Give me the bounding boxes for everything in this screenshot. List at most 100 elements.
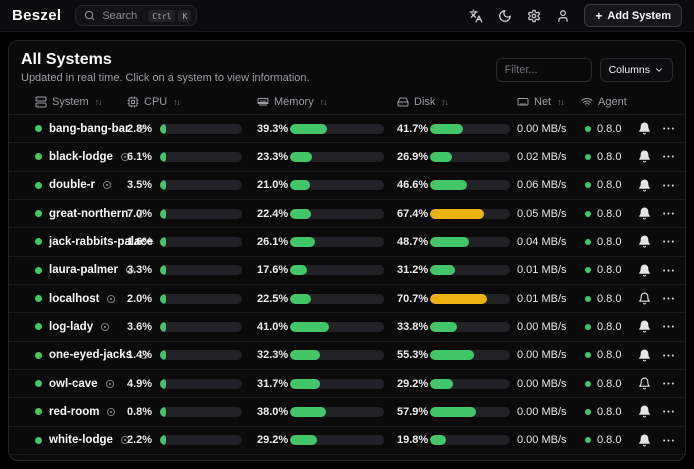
add-system-button[interactable]: + Add System	[584, 4, 682, 27]
system-row[interactable]: great-northern 7.0% 22.4% 67.4% 0.05 MB/…	[9, 200, 685, 228]
system-row[interactable]: localhost 2.0% 22.5% 70.7% 0.01 MB/s 0.8…	[9, 285, 685, 313]
theme-toggle-button[interactable]	[493, 4, 516, 27]
filter-input[interactable]	[496, 58, 592, 82]
row-menu-button[interactable]	[657, 121, 679, 136]
wifi-icon	[581, 96, 593, 108]
cpu-cell: 0.8%	[127, 406, 257, 418]
cpu-bar-fill	[160, 407, 166, 417]
alerts-button[interactable]	[631, 320, 657, 333]
column-header-net[interactable]: Net ↑↓	[517, 96, 581, 108]
memory-bar-fill	[290, 180, 310, 190]
alerts-button[interactable]	[631, 235, 657, 248]
agent-status-dot	[585, 381, 591, 387]
system-row[interactable]: one-eyed-jacks 1.4% 32.3% 55.3% 0.00 MB/…	[9, 342, 685, 370]
row-menu-cell	[657, 234, 679, 249]
system-row[interactable]: white-lodge 2.2% 29.2% 19.8% 0.00 MB/s 0…	[9, 427, 685, 455]
system-name-cell: owl-cave	[35, 378, 127, 390]
search-icon	[84, 10, 95, 21]
ellipsis-icon	[661, 404, 676, 419]
disk-bar-track	[430, 350, 510, 360]
alerts-button[interactable]	[631, 264, 657, 277]
cpu-cell: 3.5%	[127, 179, 257, 191]
alerts-button[interactable]	[631, 377, 657, 390]
row-menu-button[interactable]	[657, 149, 679, 164]
view-icon[interactable]	[106, 407, 116, 417]
cpu-percent: 4.9%	[127, 378, 160, 390]
panel-header: All Systems Updated in real time. Click …	[9, 41, 685, 90]
status-dot	[35, 125, 42, 132]
system-row[interactable]: log-lady 3.6% 41.0% 33.8% 0.00 MB/s 0.8.…	[9, 313, 685, 341]
alerts-button[interactable]	[631, 179, 657, 192]
disk-bar-track	[430, 322, 510, 332]
memory-bar-fill	[290, 435, 317, 445]
alerts-button[interactable]	[631, 207, 657, 220]
column-header-cpu[interactable]: CPU ↑↓	[127, 96, 257, 108]
row-menu-button[interactable]	[657, 178, 679, 193]
row-menu-button[interactable]	[657, 291, 679, 306]
cpu-percent: 1.6%	[127, 236, 160, 248]
system-row[interactable]: bang-bang-bar 2.8% 39.3% 41.7% 0.00 MB/s…	[9, 115, 685, 143]
net-value: 0.00 MB/s	[517, 321, 581, 333]
alerts-button[interactable]	[631, 434, 657, 447]
agent-version: 0.8.0	[597, 434, 621, 446]
cpu-bar-track	[160, 435, 242, 445]
user-menu-button[interactable]	[551, 4, 574, 27]
row-menu-button[interactable]	[657, 433, 679, 448]
memory-bar-track	[290, 152, 384, 162]
row-menu-button[interactable]	[657, 319, 679, 334]
row-menu-button[interactable]	[657, 263, 679, 278]
agent-status-dot	[585, 239, 591, 245]
status-dot	[35, 238, 42, 245]
table-actions: Columns	[496, 58, 673, 82]
net-value: 0.04 MB/s	[517, 236, 581, 248]
agent-version: 0.8.0	[597, 179, 621, 191]
system-name-cell: localhost	[35, 293, 127, 305]
cpu-bar-fill	[160, 152, 166, 162]
column-header-memory[interactable]: Memory ↑↓	[257, 96, 397, 108]
app-logo[interactable]: Beszel	[12, 7, 61, 24]
alerts-button[interactable]	[631, 292, 657, 305]
language-button[interactable]	[464, 4, 487, 27]
view-icon[interactable]	[102, 180, 112, 190]
disk-bar-track	[430, 237, 510, 247]
view-icon[interactable]	[106, 294, 116, 304]
columns-button[interactable]: Columns	[600, 58, 673, 82]
row-menu-button[interactable]	[657, 206, 679, 221]
memory-bar-fill	[290, 379, 320, 389]
alerts-button[interactable]	[631, 405, 657, 418]
alerts-button[interactable]	[631, 150, 657, 163]
alerts-button[interactable]	[631, 122, 657, 135]
system-row[interactable]: jack-rabbits-palace 1.6% 26.1% 48.7% 0.0…	[9, 228, 685, 256]
cpu-cell: 1.4%	[127, 349, 257, 361]
disk-cell: 55.3%	[397, 349, 517, 361]
system-row[interactable]: black-lodge 6.1% 23.3% 26.9% 0.02 MB/s 0…	[9, 143, 685, 171]
memory-bar-track	[290, 265, 384, 275]
system-row[interactable]: red-room 0.8% 38.0% 57.9% 0.00 MB/s 0.8.…	[9, 398, 685, 426]
ellipsis-icon	[661, 348, 676, 363]
panel-title-block: All Systems Updated in real time. Click …	[21, 51, 310, 84]
row-menu-button[interactable]	[657, 376, 679, 391]
row-menu-button[interactable]	[657, 404, 679, 419]
system-row[interactable]: laura-palmer 3.3% 17.6% 31.2% 0.01 MB/s …	[9, 257, 685, 285]
net-value: 0.00 MB/s	[517, 378, 581, 390]
system-row[interactable]: double-r 3.5% 21.0% 46.6% 0.06 MB/s 0.8.…	[9, 172, 685, 200]
row-menu-button[interactable]	[657, 348, 679, 363]
row-menu-button[interactable]	[657, 234, 679, 249]
agent-version: 0.8.0	[597, 208, 621, 220]
view-icon[interactable]	[100, 322, 110, 332]
search-button[interactable]: Search Ctrl K	[75, 5, 197, 26]
system-name: black-lodge	[49, 151, 113, 163]
system-row[interactable]: owl-cave 4.9% 31.7% 29.2% 0.00 MB/s 0.8.…	[9, 370, 685, 398]
alerts-button[interactable]	[631, 349, 657, 362]
column-header-disk[interactable]: Disk ↑↓	[397, 96, 517, 108]
search-label: Search	[102, 10, 137, 22]
search-shortcut: Ctrl K	[148, 10, 191, 22]
column-header-agent[interactable]: Agent	[581, 96, 631, 108]
view-icon[interactable]	[105, 379, 115, 389]
disk-bar-track	[430, 209, 510, 219]
settings-button[interactable]	[522, 4, 545, 27]
memory-bar-fill	[290, 152, 312, 162]
bell-filled-icon	[638, 179, 651, 192]
memory-cell: 39.3%	[257, 123, 397, 135]
column-header-system[interactable]: System ↑↓	[35, 96, 127, 108]
